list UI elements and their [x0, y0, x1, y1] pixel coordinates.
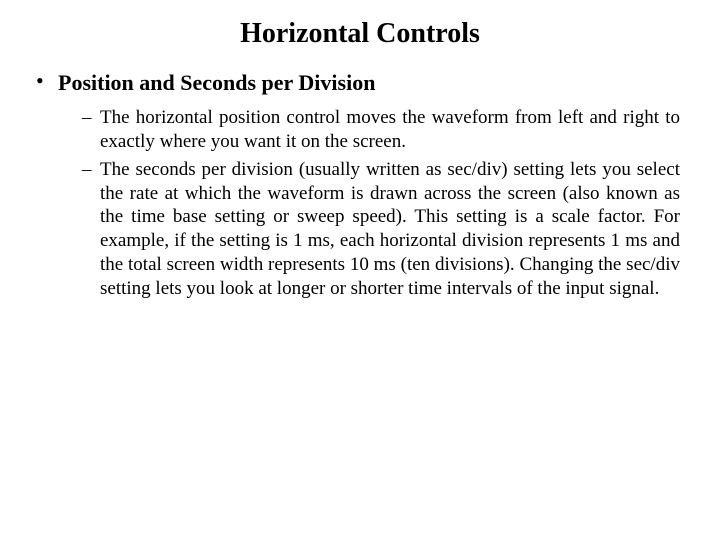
- sub-bullet-list: The horizontal position control moves th…: [58, 106, 690, 300]
- bullet-heading: Position and Seconds per Division: [58, 70, 375, 95]
- sub-bullet-1-text: The horizontal position control moves th…: [100, 106, 680, 154]
- sub-bullet-1: The horizontal position control moves th…: [82, 106, 680, 154]
- bullet-item-1: Position and Seconds per Division The ho…: [36, 70, 690, 300]
- slide-title: Horizontal Controls: [30, 18, 690, 50]
- sub-bullet-2: The seconds per division (usually writte…: [82, 158, 680, 301]
- bullet-list: Position and Seconds per Division The ho…: [30, 70, 690, 300]
- slide: Horizontal Controls Position and Seconds…: [0, 0, 720, 540]
- sub-bullet-2-text: The seconds per division (usually writte…: [100, 158, 680, 301]
